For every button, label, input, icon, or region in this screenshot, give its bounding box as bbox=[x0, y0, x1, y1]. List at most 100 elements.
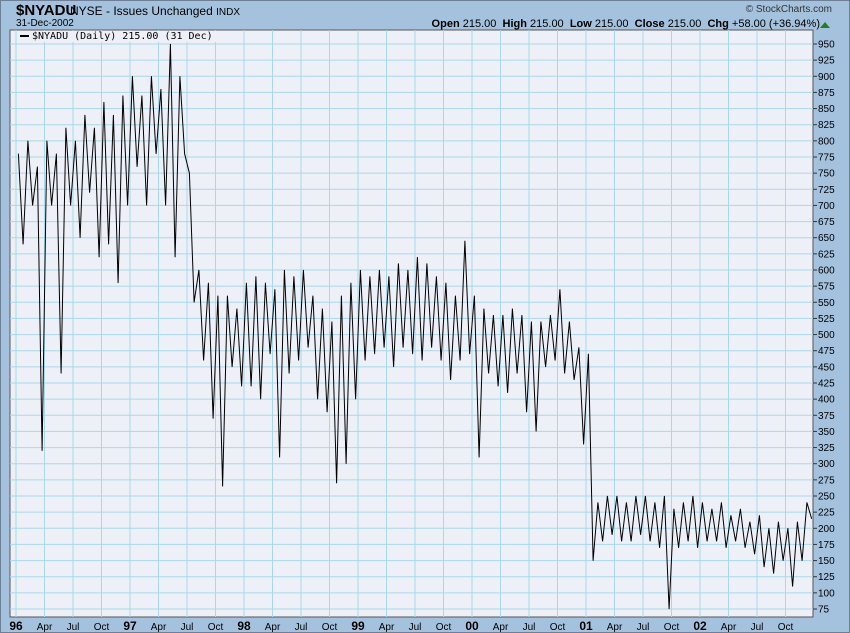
data-point bbox=[621, 540, 622, 542]
data-point bbox=[369, 276, 371, 277]
data-point bbox=[578, 347, 580, 348]
data-point bbox=[241, 385, 242, 387]
data-point bbox=[317, 398, 318, 400]
data-point bbox=[127, 205, 128, 206]
data-point bbox=[179, 75, 181, 77]
y-tick-label: 500 bbox=[818, 330, 835, 341]
data-point bbox=[326, 411, 328, 413]
x-tick-label: Oct bbox=[94, 622, 110, 633]
x-tick-label: Oct bbox=[322, 622, 338, 633]
data-point bbox=[573, 379, 575, 381]
y-tick-label: 425 bbox=[818, 379, 835, 390]
data-point bbox=[165, 205, 166, 206]
x-tick-label: 96 bbox=[9, 619, 23, 633]
x-tick-label: Oct bbox=[208, 622, 224, 633]
data-point bbox=[37, 166, 38, 167]
y-tick-label: 950 bbox=[818, 40, 835, 51]
data-point bbox=[146, 205, 147, 206]
data-point bbox=[635, 495, 637, 497]
x-tick-label: Apr bbox=[37, 622, 53, 633]
data-point bbox=[155, 153, 157, 155]
data-point bbox=[208, 282, 209, 284]
y-tick-label: 700 bbox=[818, 201, 835, 212]
data-point bbox=[478, 456, 480, 458]
data-point bbox=[521, 314, 523, 316]
y-tick-label: 725 bbox=[818, 185, 835, 196]
data-point bbox=[274, 289, 276, 290]
x-tick-label: Jul bbox=[523, 622, 536, 633]
x-tick-label: 97 bbox=[123, 619, 137, 633]
data-point bbox=[445, 282, 447, 284]
data-point bbox=[455, 295, 456, 297]
data-point bbox=[626, 502, 627, 503]
data-point bbox=[797, 521, 798, 523]
data-point bbox=[350, 282, 352, 284]
data-point bbox=[483, 308, 485, 310]
data-point bbox=[721, 502, 722, 503]
y-tick-label: 800 bbox=[818, 136, 835, 147]
data-point bbox=[706, 540, 708, 542]
data-point bbox=[265, 282, 266, 284]
data-point bbox=[393, 366, 394, 368]
x-tick-label: Jul bbox=[637, 622, 650, 633]
data-point bbox=[588, 353, 589, 355]
data-point bbox=[236, 308, 238, 310]
data-point bbox=[312, 295, 314, 297]
data-point bbox=[65, 127, 67, 129]
data-point bbox=[217, 295, 219, 297]
data-point bbox=[79, 237, 81, 239]
data-point bbox=[113, 114, 114, 116]
data-point bbox=[507, 392, 508, 393]
data-point bbox=[540, 321, 542, 322]
data-point bbox=[754, 553, 755, 555]
data-point bbox=[184, 153, 185, 155]
data-point bbox=[298, 360, 299, 361]
x-tick-label: Apr bbox=[607, 622, 623, 633]
data-point bbox=[782, 560, 784, 561]
data-point bbox=[493, 314, 494, 316]
data-point bbox=[564, 373, 565, 374]
data-point bbox=[763, 566, 765, 568]
data-point bbox=[341, 295, 342, 297]
data-point bbox=[711, 508, 713, 510]
data-point bbox=[41, 450, 43, 452]
data-point bbox=[260, 398, 261, 400]
data-point bbox=[645, 495, 646, 497]
y-tick-label: 925 bbox=[818, 56, 835, 67]
y-tick-label: 350 bbox=[818, 427, 835, 438]
data-point bbox=[597, 502, 599, 503]
y-tick-label: 400 bbox=[818, 395, 835, 406]
data-point bbox=[103, 101, 105, 103]
data-point bbox=[502, 314, 504, 316]
x-tick-label: 02 bbox=[693, 619, 707, 633]
y-tick-label: 750 bbox=[818, 169, 835, 180]
data-point bbox=[512, 308, 513, 310]
y-tick-label: 525 bbox=[818, 314, 835, 325]
data-point bbox=[151, 75, 152, 77]
x-tick-label: Jul bbox=[67, 622, 80, 633]
data-point bbox=[649, 540, 651, 542]
data-point bbox=[222, 486, 223, 487]
y-tick-label: 775 bbox=[818, 153, 835, 164]
data-point bbox=[773, 573, 774, 574]
data-point bbox=[592, 560, 594, 561]
data-point bbox=[246, 282, 247, 284]
data-point bbox=[374, 353, 375, 355]
data-point bbox=[32, 205, 33, 206]
data-point bbox=[801, 560, 803, 561]
data-point bbox=[345, 463, 347, 465]
data-point bbox=[702, 502, 703, 503]
data-point bbox=[497, 385, 499, 387]
y-tick-label: 125 bbox=[818, 572, 835, 583]
data-point bbox=[806, 502, 808, 503]
data-point bbox=[531, 321, 532, 322]
data-point bbox=[198, 269, 200, 271]
data-point bbox=[474, 295, 475, 297]
data-point bbox=[122, 95, 124, 96]
data-point bbox=[379, 269, 380, 271]
data-point bbox=[322, 308, 323, 310]
y-tick-label: 850 bbox=[818, 104, 835, 115]
data-point bbox=[84, 114, 86, 116]
data-point bbox=[440, 360, 442, 361]
x-tick-label: Oct bbox=[664, 622, 680, 633]
